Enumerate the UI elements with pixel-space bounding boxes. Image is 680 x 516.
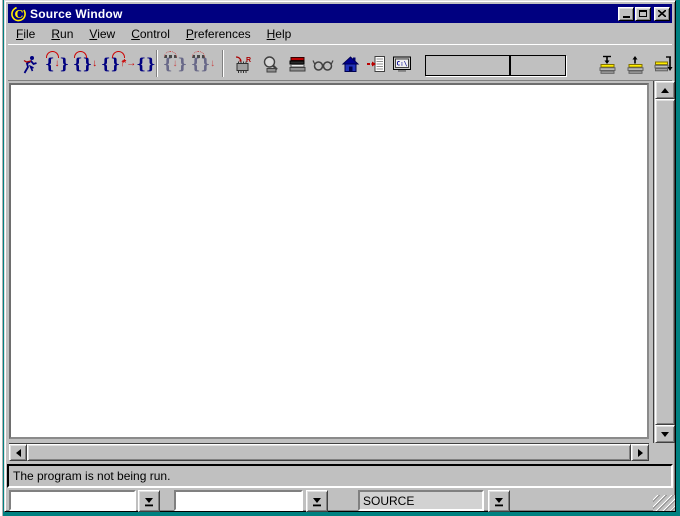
up-stack-icon xyxy=(627,55,644,74)
horizontal-scrollbar xyxy=(9,443,649,461)
menu-item-file[interactable]: File xyxy=(8,25,43,44)
run-icon xyxy=(23,55,37,73)
line-status-box xyxy=(425,55,510,76)
mode-combo-input[interactable] xyxy=(358,490,484,511)
house-icon xyxy=(341,56,359,72)
console-icon: C:\ xyxy=(393,56,411,72)
svg-text:R: R xyxy=(246,57,251,64)
titlebar[interactable]: C Source Window xyxy=(8,4,672,23)
vertical-scrollbar xyxy=(653,81,675,443)
dropdown-arrow-icon xyxy=(495,498,503,507)
watch-expressions-button[interactable] xyxy=(310,52,336,76)
run-button[interactable] xyxy=(16,52,42,76)
file-combo-dropdown-button[interactable] xyxy=(138,490,160,512)
menu-item-preferences[interactable]: Preferences xyxy=(178,25,259,44)
document-arrow-icon xyxy=(367,56,385,72)
scroll-up-button[interactable] xyxy=(655,81,675,99)
menu-item-control[interactable]: Control xyxy=(123,25,178,44)
toolbar: { ↓ } { } ↓ { } ↑ * → {} {↓} {} ↓ R … xyxy=(8,44,673,81)
next-icon: { } ↓ xyxy=(73,51,97,74)
step-icon: { ↓ } xyxy=(45,51,69,74)
resize-grip[interactable] xyxy=(653,495,675,511)
minimize-button[interactable] xyxy=(618,6,634,21)
scroll-left-button[interactable] xyxy=(9,444,27,461)
menu-item-help[interactable]: Help xyxy=(259,25,300,44)
next-instruction-icon: { } ↓ xyxy=(191,51,215,74)
svg-text:C:\: C:\ xyxy=(397,61,408,68)
maximize-icon xyxy=(639,10,647,17)
console-button[interactable]: C:\ xyxy=(389,52,415,76)
registers-icon: R xyxy=(235,55,251,73)
up-stack-frame-button[interactable] xyxy=(624,52,648,76)
scroll-down-button[interactable] xyxy=(655,425,675,443)
down-stack-frame-button[interactable] xyxy=(596,52,620,76)
step-instruction-button[interactable]: { ↓ } xyxy=(162,51,188,76)
arrow-right-icon xyxy=(637,448,643,457)
arrow-left-icon xyxy=(15,448,21,457)
bottom-stack-frame-button[interactable] xyxy=(652,52,676,76)
toolbar-separator xyxy=(222,50,224,77)
toolbar-separator xyxy=(156,50,158,77)
menu-item-run[interactable]: Run xyxy=(43,25,81,44)
memory-magnifier-icon xyxy=(263,55,278,72)
next-instruction-button[interactable]: { } ↓ xyxy=(190,51,216,76)
cygnus-logo-icon[interactable]: C xyxy=(10,6,27,22)
step-instruction-icon: { ↓ } xyxy=(163,51,187,74)
arrow-down-icon xyxy=(661,431,669,437)
minimize-icon xyxy=(622,16,630,18)
continue-button[interactable]: * → { } xyxy=(122,52,155,76)
continue-icon: * → { } xyxy=(122,54,156,73)
svg-text:C: C xyxy=(15,8,24,21)
source-text-area[interactable] xyxy=(9,83,649,439)
status-message: The program is not being run. xyxy=(13,469,171,483)
goto-source-line-button[interactable] xyxy=(363,52,389,76)
bottom-stack-icon xyxy=(654,55,673,71)
close-button[interactable] xyxy=(654,6,670,21)
glasses-icon xyxy=(312,59,334,71)
maximize-button[interactable] xyxy=(635,6,651,21)
adjacent-window-edge xyxy=(0,0,3,516)
local-variables-button[interactable] xyxy=(337,52,363,76)
next-button[interactable]: { } ↓ xyxy=(72,51,98,76)
vertical-scroll-thumb[interactable] xyxy=(655,99,675,425)
function-combo-dropdown-button[interactable] xyxy=(306,490,328,512)
file-combo-input[interactable] xyxy=(9,490,136,511)
scroll-right-button[interactable] xyxy=(631,444,649,461)
down-stack-icon xyxy=(599,55,616,74)
app-window: C Source Window File Run View Control Pr… xyxy=(4,0,676,512)
stack-button[interactable] xyxy=(284,52,310,76)
step-button[interactable]: { ↓ } xyxy=(44,51,70,76)
function-combo-input[interactable] xyxy=(174,490,303,511)
screen: C Source Window File Run View Control Pr… xyxy=(0,0,680,516)
menu-item-view[interactable]: View xyxy=(81,25,123,44)
address-status-box xyxy=(510,55,566,76)
dropdown-arrow-icon xyxy=(145,498,153,507)
status-message-bar: The program is not being run. xyxy=(7,464,673,488)
window-title: Source Window xyxy=(30,6,123,21)
dropdown-arrow-icon xyxy=(313,498,321,507)
close-icon xyxy=(658,10,666,17)
memory-button[interactable] xyxy=(258,52,284,76)
horizontal-scroll-thumb[interactable] xyxy=(27,444,631,461)
stack-books-icon xyxy=(289,57,305,72)
arrow-up-icon xyxy=(661,87,669,93)
menubar: File Run View Control Preferences Help xyxy=(8,25,672,44)
registers-button[interactable]: R xyxy=(230,52,256,76)
mode-combo-dropdown-button[interactable] xyxy=(488,490,510,512)
